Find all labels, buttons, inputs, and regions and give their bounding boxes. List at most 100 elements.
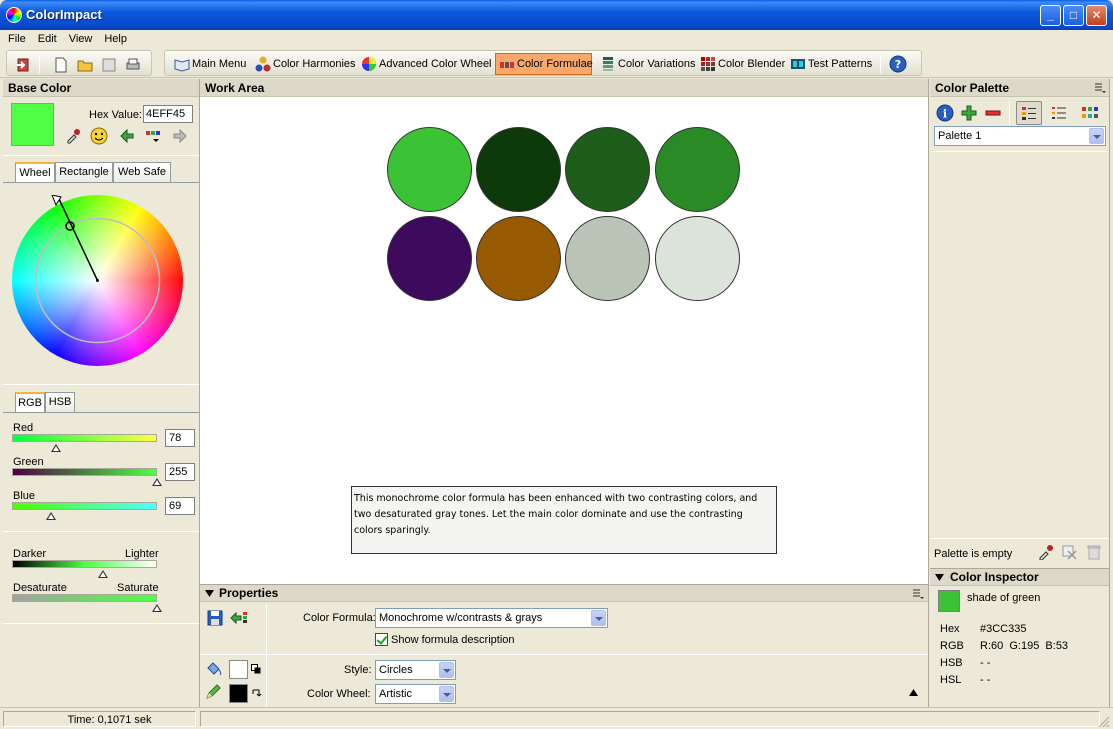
tab-web-safe[interactable]: Web Safe xyxy=(113,162,171,182)
background-color-swatch[interactable] xyxy=(229,660,248,679)
blue-slider-thumb[interactable] xyxy=(46,512,57,520)
style-select[interactable]: Circles xyxy=(375,660,456,680)
color-circle[interactable] xyxy=(565,216,650,301)
formula-icon xyxy=(500,62,514,68)
hex-input[interactable] xyxy=(143,105,193,123)
menu-help[interactable]: Help xyxy=(98,30,133,47)
color-wheel-select[interactable]: Artistic xyxy=(375,684,456,704)
close-button[interactable]: ✕ xyxy=(1086,5,1107,26)
trash-icon[interactable] xyxy=(1087,544,1101,560)
menu-file[interactable]: File xyxy=(0,30,32,47)
blue-slider[interactable] xyxy=(12,502,157,510)
color-inspector-title: Color Inspector xyxy=(950,570,1039,584)
green-value[interactable]: 255 xyxy=(165,463,195,481)
inspector-swatch xyxy=(938,590,960,612)
inspector-hsb-label: HSB xyxy=(940,657,963,669)
red-slider[interactable] xyxy=(12,434,157,442)
color-palette-title: Color Palette xyxy=(930,79,1110,97)
print-icon[interactable] xyxy=(125,57,141,73)
mode-tabs: RGB HSB xyxy=(15,392,195,413)
save-icon[interactable] xyxy=(101,57,117,73)
export-to-palette-icon[interactable] xyxy=(230,610,248,626)
palette-select[interactable]: Palette 1 xyxy=(934,126,1106,146)
properties-header[interactable]: Properties xyxy=(200,584,928,602)
expand-up-icon[interactable] xyxy=(909,689,918,696)
inspector-rgb-label: RGB xyxy=(940,640,964,652)
color-wheel-icon xyxy=(362,57,376,71)
svg-text:?: ? xyxy=(895,58,901,71)
pencil-icon[interactable] xyxy=(205,684,223,700)
grid-view-icon[interactable] xyxy=(1081,105,1099,121)
resize-grip-icon[interactable] xyxy=(1098,716,1110,728)
green-label: Green xyxy=(13,456,44,468)
tab-color-variations[interactable]: Color Variations xyxy=(597,53,699,75)
file-toolbar-group xyxy=(6,50,152,76)
save-disk-icon[interactable] xyxy=(207,610,223,626)
picker-tabs: Wheel Rectangle Web Safe xyxy=(15,162,195,183)
panel-menu-icon[interactable] xyxy=(912,588,924,600)
view-list-detail-button[interactable] xyxy=(1016,101,1042,125)
open-folder-icon[interactable] xyxy=(77,57,93,73)
saturation-slider[interactable] xyxy=(12,594,157,602)
maximize-button[interactable]: □ xyxy=(1063,5,1084,26)
status-time: Time: 0,1071 sek xyxy=(3,711,196,727)
detail-list-icon xyxy=(1022,107,1036,120)
red-value[interactable]: 78 xyxy=(165,429,195,447)
remove-icon[interactable] xyxy=(985,105,1001,121)
eyedropper-icon[interactable] xyxy=(65,128,81,144)
tab-advanced-color-wheel[interactable]: Advanced Color Wheel xyxy=(358,53,496,75)
color-circle[interactable] xyxy=(655,127,740,212)
palette-menu-icon[interactable] xyxy=(1094,82,1106,94)
tab-wheel[interactable]: Wheel xyxy=(15,162,55,183)
minimize-button[interactable]: _ xyxy=(1040,5,1061,26)
tab-test-patterns[interactable]: Test Patterns xyxy=(787,53,876,75)
inspector-rgb-value: R:60 G:195 B:53 xyxy=(980,640,1069,652)
color-circle[interactable] xyxy=(387,127,472,212)
color-circle[interactable] xyxy=(565,127,650,212)
color-circle[interactable] xyxy=(476,127,561,212)
back-arrow-icon[interactable] xyxy=(119,128,135,144)
palette-dropdown-icon[interactable] xyxy=(145,128,165,144)
tab-rectangle[interactable]: Rectangle xyxy=(55,162,113,182)
show-description-checkbox[interactable] xyxy=(375,633,388,646)
swap-small-icon[interactable] xyxy=(251,664,261,674)
wheel-indicator[interactable] xyxy=(12,195,183,366)
lightness-slider[interactable] xyxy=(12,560,157,568)
exit-icon[interactable] xyxy=(15,57,31,73)
smiley-icon[interactable] xyxy=(90,127,108,145)
color-circle[interactable] xyxy=(655,216,740,301)
menu-view[interactable]: View xyxy=(63,30,99,47)
add-icon[interactable] xyxy=(961,105,977,121)
tab-hsb[interactable]: HSB xyxy=(45,392,75,412)
collapse-arrow-icon xyxy=(935,574,944,581)
eyedropper-icon[interactable] xyxy=(1038,544,1054,560)
tab-rgb[interactable]: RGB xyxy=(15,392,45,413)
chevron-down-icon xyxy=(1089,128,1104,144)
green-slider[interactable] xyxy=(12,468,157,476)
paint-bucket-icon[interactable] xyxy=(205,661,223,677)
lightness-slider-thumb[interactable] xyxy=(98,570,109,578)
info-icon[interactable]: i xyxy=(936,104,954,122)
new-file-icon[interactable] xyxy=(53,57,69,73)
help-icon[interactable]: ? xyxy=(889,55,907,73)
color-formula-select[interactable]: Monochrome w/contrasts & grays xyxy=(375,608,608,628)
work-area-title: Work Area xyxy=(200,79,928,97)
blue-value[interactable]: 69 xyxy=(165,497,195,515)
tab-main-menu[interactable]: Main Menu xyxy=(171,53,250,75)
foreground-color-swatch[interactable] xyxy=(229,684,248,703)
color-circle[interactable] xyxy=(387,216,472,301)
saturation-slider-thumb[interactable] xyxy=(152,604,162,612)
color-circle[interactable] xyxy=(476,216,561,301)
clear-palette-icon[interactable] xyxy=(1061,544,1077,560)
svg-text:i: i xyxy=(943,108,947,121)
tab-color-blender[interactable]: Color Blender xyxy=(697,53,789,75)
menu-edit[interactable]: Edit xyxy=(32,30,63,47)
green-slider-thumb[interactable] xyxy=(152,478,162,486)
tab-color-harmonies[interactable]: Color Harmonies xyxy=(252,53,360,75)
tab-color-formulae[interactable]: Color Formulae xyxy=(495,53,593,75)
compact-list-icon[interactable] xyxy=(1051,105,1067,121)
red-slider-thumb[interactable] xyxy=(51,444,62,452)
color-inspector-header[interactable]: Color Inspector xyxy=(930,568,1110,586)
swap-arrows-icon[interactable] xyxy=(251,688,262,699)
forward-arrow-icon[interactable] xyxy=(172,128,188,144)
